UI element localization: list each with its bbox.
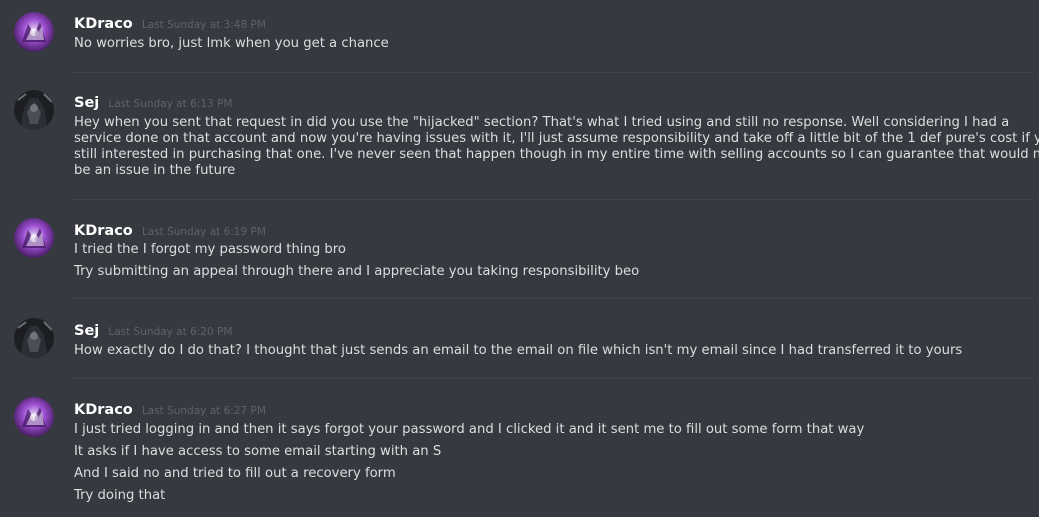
purple-dragon-avatar-icon[interactable] (14, 397, 54, 437)
timestamp[interactable]: Last Sunday at 6:27 PM (142, 405, 266, 417)
message-divider (74, 378, 1033, 379)
message-divider (74, 199, 1033, 200)
message-text: Try doing that (74, 488, 166, 503)
message-text: I tried the I forgot my password thing b… (74, 242, 346, 257)
message-text: Try submitting an appeal through there a… (74, 264, 640, 279)
message-text: I just tried logging in and then it says… (74, 422, 865, 437)
username[interactable]: KDraco (74, 16, 133, 32)
message-text: No worries bro, just lmk when you get a … (74, 36, 389, 51)
timestamp[interactable]: Last Sunday at 6:19 PM (142, 226, 266, 238)
message-text: It asks if I have access to some email s… (74, 444, 442, 459)
message-text: Hey when you sent that request in did yo… (74, 115, 1039, 179)
message-divider (74, 298, 1033, 299)
message-divider (74, 72, 1033, 73)
dark-character-avatar-icon[interactable] (14, 318, 54, 358)
username[interactable]: Sej (74, 323, 99, 339)
username[interactable]: Sej (74, 95, 99, 111)
message-text: How exactly do I do that? I thought that… (74, 343, 963, 358)
dark-character-avatar-icon[interactable] (14, 90, 54, 130)
message-text: And I said no and tried to fill out a re… (74, 466, 396, 481)
message-text-line: service done on that account and now you… (74, 131, 1039, 146)
username[interactable]: KDraco (74, 402, 133, 418)
username[interactable]: KDraco (74, 223, 133, 239)
chat-messages: KDraco Last Sunday at 3:48 PM No worries… (0, 0, 1039, 517)
purple-dragon-avatar-icon[interactable] (14, 218, 54, 258)
message-text-line: be an issue in the future (74, 163, 236, 178)
message-text-line: Hey when you sent that request in did yo… (74, 115, 1010, 130)
message-text-line: still interested in purchasing that one.… (74, 147, 1039, 162)
timestamp[interactable]: Last Sunday at 3:48 PM (142, 19, 266, 31)
purple-dragon-avatar-icon[interactable] (14, 12, 54, 52)
timestamp[interactable]: Last Sunday at 6:13 PM (108, 98, 232, 110)
timestamp[interactable]: Last Sunday at 6:20 PM (108, 326, 232, 338)
